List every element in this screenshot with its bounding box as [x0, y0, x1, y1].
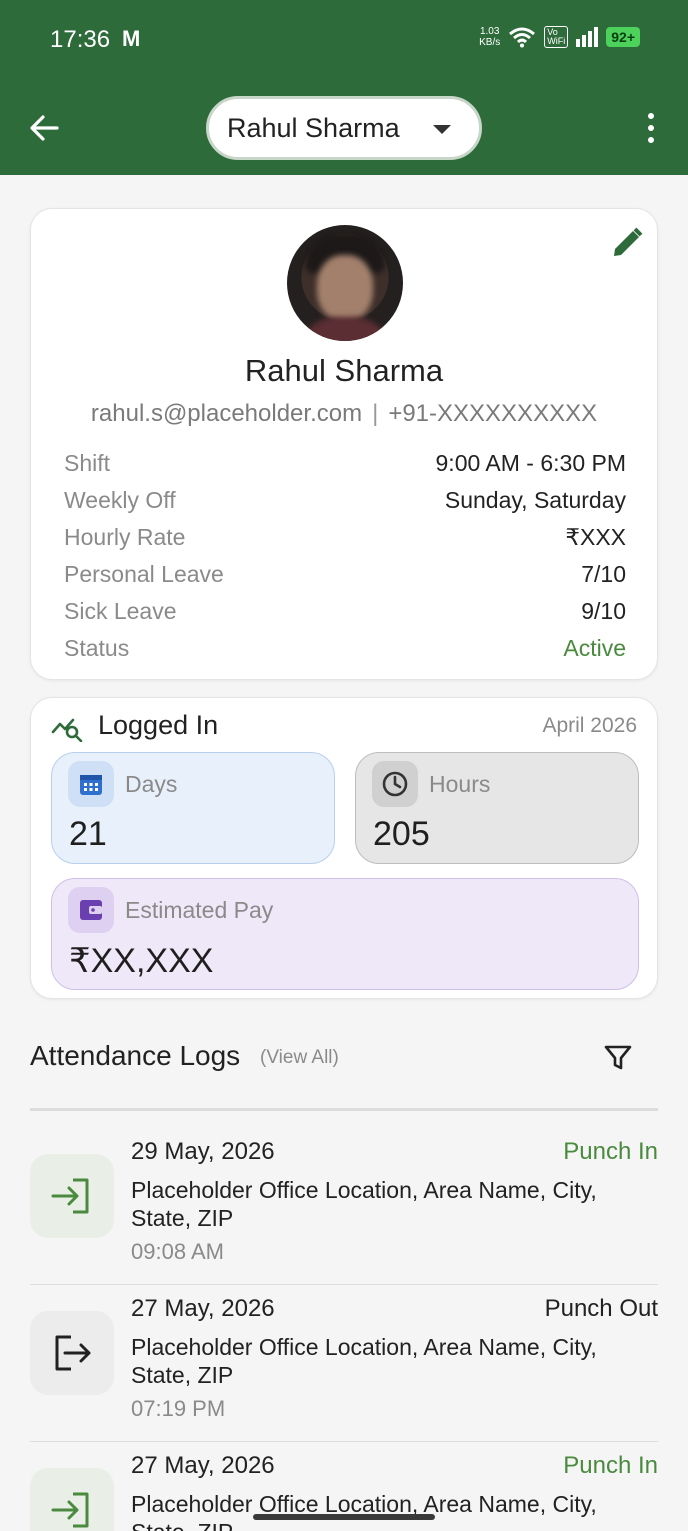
detail-value: 9/10	[581, 598, 626, 624]
detail-row-weekly-off: Weekly Off Sunday, Saturday	[64, 482, 626, 519]
logged-in-title: Logged In	[98, 710, 219, 740]
clock-icon	[372, 761, 418, 807]
detail-row-personal-leave: Personal Leave 7/10	[64, 556, 626, 593]
dot	[648, 137, 654, 143]
status-bar: 17:36 M 1.03 KB/s Vo WiFi 92+	[0, 0, 688, 80]
punch-out-icon	[30, 1311, 114, 1395]
avatar	[287, 225, 403, 341]
log-location: Placeholder Office Location, Area Name, …	[131, 1177, 597, 1231]
profile-email: rahul.s@placeholder.com	[90, 400, 363, 427]
detail-label: Shift	[64, 450, 111, 476]
more-options-button[interactable]	[636, 110, 666, 146]
days-tile: Days 21	[51, 752, 335, 864]
log-date: 27 May, 2026	[131, 1295, 275, 1322]
edit-profile-button[interactable]	[609, 225, 645, 261]
filter-icon	[604, 1045, 632, 1070]
detail-row-status: Status Active	[64, 630, 626, 667]
attendance-title: Attendance Logs	[30, 1040, 241, 1071]
detail-label: Sick Leave	[64, 598, 177, 624]
punch-in-icon	[30, 1468, 114, 1531]
profile-contact: rahul.s@placeholder.com | +91-XXXXXXXXXX	[31, 400, 657, 428]
log-time: 09:08 AM	[131, 1239, 224, 1264]
hours-label: Hours	[429, 771, 491, 797]
vowifi-line2: WiFi	[547, 36, 566, 46]
wallet-icon	[68, 887, 114, 933]
detail-value: ₹XXX	[565, 524, 626, 550]
detail-label: Weekly Off	[64, 487, 176, 513]
contact-separator: |	[372, 400, 379, 427]
attendance-log-item[interactable]: 29 May, 2026 Punch In Placeholder Office…	[30, 1128, 658, 1285]
network-speed: 1.03 KB/s	[479, 26, 500, 48]
detail-label: Status	[64, 635, 130, 661]
detail-row-sick-leave: Sick Leave 9/10	[64, 593, 626, 630]
status-time: 17:36	[50, 26, 111, 53]
detail-value: 9:00 AM - 6:30 PM	[435, 450, 626, 476]
log-location: Placeholder Office Location, Area Name, …	[131, 1491, 597, 1531]
back-button[interactable]	[22, 108, 66, 148]
network-speed-value: 1.03	[479, 26, 500, 37]
vowifi-icon: Vo WiFi	[544, 26, 569, 48]
hours-tile: Hours 205	[355, 752, 639, 864]
detail-value: Sunday, Saturday	[444, 487, 626, 513]
profile-details: Shift 9:00 AM - 6:30 PM Weekly Off Sunda…	[64, 445, 626, 667]
employee-dropdown-value: Rahul Sharma	[227, 112, 400, 143]
log-location: Placeholder Office Location, Area Name, …	[131, 1334, 597, 1388]
logged-in-month: April 2026	[542, 714, 637, 737]
signal-icon	[576, 27, 599, 47]
profile-card: Rahul Sharma rahul.s@placeholder.com | +91…	[30, 208, 658, 680]
log-time: 07:19 PM	[131, 1396, 226, 1421]
filter-button[interactable]	[601, 1040, 635, 1074]
days-label: Days	[125, 771, 178, 797]
caret-down-icon	[433, 125, 451, 134]
analytics-icon	[51, 718, 83, 742]
log-type: Punch In	[563, 1452, 658, 1479]
log-type: Punch Out	[544, 1295, 658, 1322]
dot	[648, 125, 654, 131]
network-speed-unit: KB/s	[479, 37, 501, 48]
view-all-link[interactable]: (View All)	[260, 1047, 339, 1069]
profile-phone: +91-XXXXXXXXXX	[388, 400, 598, 427]
estimated-pay-value: ₹XX,XXX	[69, 942, 214, 980]
days-value: 21	[69, 815, 107, 853]
attendance-log-item[interactable]: 27 May, 2026 Punch Out Placeholder Offic…	[30, 1285, 658, 1442]
pencil-icon	[614, 227, 643, 256]
log-date: 29 May, 2026	[131, 1138, 275, 1165]
status-indicators: 1.03 KB/s Vo WiFi 92+	[479, 26, 640, 48]
estimated-pay-label: Estimated Pay	[125, 897, 274, 923]
logged-in-card: Logged In April 2026 Days 21 Hours 205 E…	[30, 697, 658, 999]
detail-row-shift: Shift 9:00 AM - 6:30 PM	[64, 445, 626, 482]
arrow-left-icon	[30, 115, 59, 141]
wifi-icon	[509, 27, 536, 48]
app-header: 17:36 M 1.03 KB/s Vo WiFi 92+ Rahul Shar…	[0, 0, 688, 175]
detail-row-hourly-rate: Hourly Rate ₹XXX	[64, 519, 626, 556]
employee-dropdown[interactable]: Rahul Sharma	[206, 96, 482, 160]
punch-in-icon	[30, 1154, 114, 1238]
log-type: Punch In	[563, 1138, 658, 1165]
home-indicator[interactable]	[253, 1514, 435, 1520]
dot	[648, 113, 654, 119]
battery-icon: 92+	[606, 27, 640, 47]
detail-label: Hourly Rate	[64, 524, 186, 550]
hours-value: 205	[373, 815, 430, 853]
profile-name: Rahul Sharma	[244, 353, 444, 388]
detail-label: Personal Leave	[64, 561, 224, 587]
estimated-pay-tile: Estimated Pay ₹XX,XXX	[51, 878, 639, 990]
divider	[30, 1108, 658, 1111]
calendar-icon	[68, 761, 114, 807]
log-date: 27 May, 2026	[131, 1452, 275, 1479]
status-badge: Active	[563, 635, 626, 661]
detail-value: 7/10	[581, 561, 626, 587]
gmail-icon: M	[122, 26, 141, 51]
